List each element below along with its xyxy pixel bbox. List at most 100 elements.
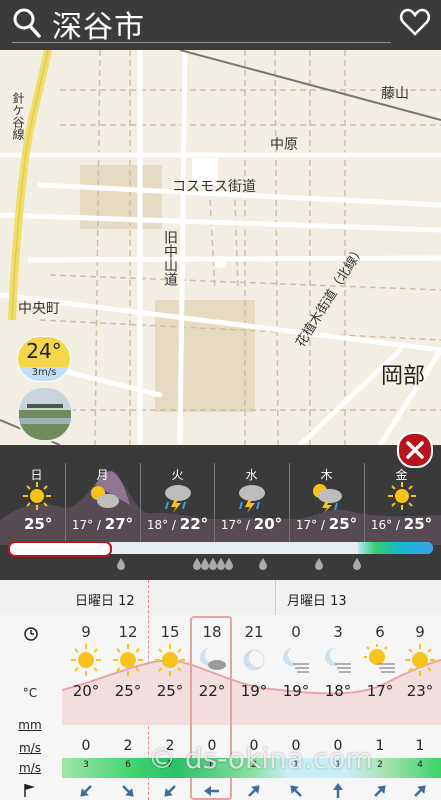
hour-temp: 18° (324, 682, 352, 700)
moon-icon (243, 649, 267, 671)
partly-cloudy-icon (91, 486, 119, 508)
hour-label: 0 (291, 623, 301, 641)
hour-label: 9 (81, 623, 91, 641)
date-header-row (0, 580, 441, 615)
wind-arrow-icon (333, 783, 343, 798)
hour-gust: 4 (417, 760, 423, 770)
storm-icon (165, 485, 191, 513)
map-label-cosmos: コスモス街道 (172, 179, 256, 195)
hour-label: 9 (415, 623, 425, 641)
day-high-temp: 25° (403, 515, 433, 533)
date-header-sunday: 日曜日 12 (75, 594, 135, 609)
hour-wind: 1 (415, 738, 425, 754)
top-bar: 深谷市 (0, 0, 441, 50)
moon-haze-icon (325, 647, 351, 673)
hour-label: 12 (118, 623, 138, 641)
hour-gust: 3 (83, 760, 89, 770)
clock-icon (24, 627, 38, 641)
map-view[interactable]: 藤山 中原 コスモス街道 旧中山道 中央町 花植木街道（北線） 岡部 針ケ谷線 (0, 50, 441, 445)
rain-drop-markers (117, 558, 361, 570)
day-column[interactable]: 水 17° / 20° (215, 445, 288, 545)
wind-arrow-icon (374, 785, 386, 797)
sun-icon (113, 644, 143, 676)
map-roads (0, 50, 441, 445)
moon-haze-icon (283, 647, 309, 673)
hour-temp: 19° (282, 682, 310, 700)
day-high-temp: 25° (328, 515, 358, 533)
current-weather-bubble[interactable]: 24° 3m/s (17, 336, 71, 382)
day-low-temp: 17° (71, 518, 94, 532)
search-underline (12, 42, 391, 43)
row-label-temp: °C (22, 686, 38, 700)
date-header-monday: 月曜日 13 (287, 594, 347, 609)
hour-label: 21 (244, 623, 264, 641)
row-label-precip: mm (18, 718, 42, 732)
wind-arrow-icon (414, 785, 426, 797)
day-high-temp: 20° (253, 515, 283, 533)
storm-icon (239, 485, 265, 513)
moon-cloud-icon (200, 647, 226, 670)
wind-arrow-icon (164, 785, 176, 797)
wind-arrow-icon (122, 785, 134, 797)
copyright-icon: © (148, 742, 176, 775)
date-divider (275, 580, 276, 615)
precip-segment (358, 542, 433, 554)
sun-storm-icon (313, 484, 342, 513)
row-label-gust: m/s (19, 761, 41, 775)
sun-icon (71, 644, 101, 676)
hour-label: 6 (375, 623, 385, 641)
hour-temp: 22° (198, 682, 226, 700)
day-low-temp: 18° (146, 518, 169, 532)
day-high-temp: 22° (179, 515, 209, 533)
wind-arrow-icon (290, 785, 302, 797)
day-low-temp: 17° (220, 518, 243, 532)
wind-arrow-icon (204, 786, 219, 796)
day-column[interactable]: 木 17° / 25° (290, 445, 363, 545)
sun-icon (388, 482, 416, 510)
day-low-temp: 17° (295, 518, 318, 532)
map-label-nakahara: 中原 (270, 137, 298, 153)
hour-temp: 19° (240, 682, 268, 700)
day-column[interactable]: 日 25° (0, 445, 73, 545)
sun-haze-icon (364, 644, 395, 673)
timeline-slider[interactable] (8, 541, 112, 557)
search-icon[interactable] (12, 6, 42, 40)
map-label-nakayama: 旧中山道 (162, 230, 178, 286)
map-label-harigaya: 針ケ谷線 (11, 92, 25, 140)
hour-temp: 23° (406, 682, 434, 700)
hour-temp: 25° (156, 682, 184, 700)
location-title[interactable]: 深谷市 (52, 2, 145, 46)
day-column[interactable]: 火 18° / 22° (141, 445, 214, 545)
webcam-thumbnail[interactable] (17, 386, 73, 442)
close-button[interactable] (397, 432, 433, 468)
map-label-fujiyama: 藤山 (381, 86, 409, 102)
watermark: © ds-okina.com (148, 742, 373, 775)
sun-icon (155, 644, 185, 676)
day-high-temp: 25° (24, 515, 53, 533)
hour-gust: 6 (125, 760, 131, 770)
hour-temp: 25° (114, 682, 142, 700)
wind-direction-flag-icon (24, 784, 35, 797)
day-column[interactable]: 月 17° / 27° (66, 445, 139, 545)
sun-icon (405, 644, 435, 676)
current-wind: 3m/s (18, 367, 70, 381)
hour-wind: 2 (123, 738, 133, 754)
favorite-heart-icon[interactable] (399, 6, 431, 38)
hour-label: 18 (202, 623, 222, 641)
landscape-photo-icon (19, 388, 71, 440)
hour-temp: 20° (72, 682, 100, 700)
sun-icon (23, 482, 51, 510)
hour-wind: 0 (81, 738, 91, 754)
watermark-text: ds-okina.com (184, 742, 373, 775)
hour-label: 15 (160, 623, 180, 641)
hour-label: 3 (333, 623, 343, 641)
wind-arrow-icon (80, 785, 92, 797)
map-label-okabe: 岡部 (381, 364, 426, 389)
map-label-chuocho: 中央町 (18, 301, 60, 317)
wind-arrow-icon (248, 785, 260, 797)
current-temp: 24° (26, 339, 62, 363)
close-icon (406, 441, 424, 459)
day-high-temp: 27° (104, 515, 134, 533)
day-low-temp: 16° (370, 518, 393, 532)
hour-temp: 17° (366, 682, 394, 700)
